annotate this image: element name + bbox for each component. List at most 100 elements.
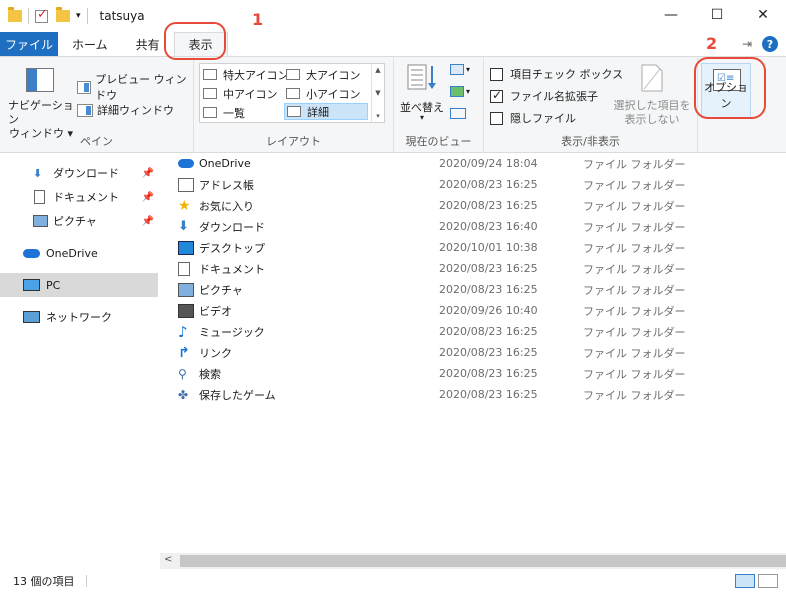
view-switcher xyxy=(735,574,778,588)
close-button[interactable]: ✕ xyxy=(740,0,786,30)
list-item[interactable]: ↱ リンク 2020/08/23 16:25 ファイル フォルダー xyxy=(170,342,786,363)
cloud-icon xyxy=(178,159,194,168)
file-name-extensions-toggle[interactable]: ファイル名拡張子 xyxy=(490,88,598,104)
hidden-items-checkbox[interactable] xyxy=(490,111,503,125)
new-folder-icon[interactable] xyxy=(56,7,70,22)
nav-pane-label: ナビゲーション xyxy=(8,99,74,126)
layout-extra-large-icons[interactable]: 特大アイコン xyxy=(203,66,288,83)
size-columns-icon xyxy=(450,108,466,119)
pin-icon: 📌 xyxy=(141,215,154,227)
list-item[interactable]: ビデオ 2020/09/26 10:40 ファイル フォルダー xyxy=(170,300,786,321)
list-item[interactable]: ♪ ミュージック 2020/08/23 16:25 ファイル フォルダー xyxy=(170,321,786,342)
nav-item-network[interactable]: ネットワーク xyxy=(0,305,158,329)
list-item[interactable]: ピクチャ 2020/08/23 16:25 ファイル フォルダー xyxy=(170,279,786,300)
hide-selected-icon xyxy=(640,63,664,93)
file-list: OneDrive 2020/09/24 18:04 ファイル フォルダー アドレス… xyxy=(170,153,786,553)
list-item[interactable]: ✤ 保存したゲーム 2020/08/23 16:25 ファイル フォルダー xyxy=(170,384,786,405)
download-arrow-icon: ⬇ xyxy=(33,166,43,180)
group-label-layout: レイアウト xyxy=(266,135,321,148)
list-item[interactable]: アドレス帳 2020/08/23 16:25 ファイル フォルダー xyxy=(170,174,786,195)
pictures-icon xyxy=(178,282,194,297)
details-icon xyxy=(287,106,301,117)
tab-file[interactable]: ファイル xyxy=(0,32,58,56)
properties-check-icon[interactable] xyxy=(35,7,48,23)
minimize-button[interactable]: — xyxy=(648,0,694,30)
nav-item-documents[interactable]: ドキュメント 📌 xyxy=(0,185,158,209)
scroll-down-icon[interactable]: ▼ xyxy=(375,89,380,97)
list-item[interactable]: ⚲ 検索 2020/08/23 16:25 ファイル フォルダー xyxy=(170,363,786,384)
navigation-pane-icon[interactable] xyxy=(26,68,54,92)
pin-icon: 📌 xyxy=(141,167,154,179)
title-bar: ▾ tatsuya — ☐ ✕ xyxy=(0,0,786,32)
hide-selected-items-button[interactable]: 選択した項目を 表示しない xyxy=(608,99,696,127)
contacts-icon xyxy=(178,177,194,192)
music-icon: ♪ xyxy=(178,322,188,341)
layout-details[interactable]: 詳細 xyxy=(284,103,368,120)
maximize-button[interactable]: ☐ xyxy=(694,0,740,30)
layout-list[interactable]: 一覧 xyxy=(203,104,245,121)
list-item[interactable]: ドキュメント 2020/08/23 16:25 ファイル フォルダー xyxy=(170,258,786,279)
horizontal-scrollbar[interactable]: < xyxy=(160,553,786,569)
add-columns-button[interactable]: ▾ xyxy=(450,86,470,97)
pictures-icon xyxy=(33,215,48,227)
layout-large-icons[interactable]: 大アイコン xyxy=(286,66,360,83)
tab-home[interactable]: ホーム xyxy=(58,32,122,56)
star-icon: ★ xyxy=(178,197,191,214)
show-hide-group: 項目チェック ボックス ファイル名拡張子 隠しファイル 選択した項目を 表示しな… xyxy=(484,57,698,153)
details-pane-label: 詳細ウィンドウ xyxy=(97,104,174,117)
desktop-icon xyxy=(178,240,194,255)
document-icon xyxy=(178,261,190,276)
list-icon xyxy=(203,107,217,118)
options-button[interactable]: オプション xyxy=(701,63,751,118)
medium-icons-icon xyxy=(203,88,217,99)
large-icons-view-button[interactable] xyxy=(758,574,778,588)
item-checkboxes-checkbox[interactable] xyxy=(490,67,503,81)
list-item[interactable]: ★ お気に入り 2020/08/23 16:25 ファイル フォルダー xyxy=(170,195,786,216)
divider xyxy=(86,575,87,587)
list-item[interactable]: ⬇ ダウンロード 2020/08/23 16:40 ファイル フォルダー xyxy=(170,216,786,237)
help-icon[interactable]: ? xyxy=(762,36,778,52)
nav-item-pc[interactable]: PC xyxy=(0,273,158,297)
details-pane-icon xyxy=(77,103,93,117)
navigation-pane: ⬇ ダウンロード 📌 ドキュメント 📌 ピクチャ 📌 OneDrive PC ネ… xyxy=(0,153,158,569)
pin-icon: 📌 xyxy=(141,191,154,203)
layout-small-icons[interactable]: 小アイコン xyxy=(286,85,360,102)
document-icon xyxy=(34,190,45,204)
download-arrow-icon: ⬇ xyxy=(178,218,189,234)
details-pane-button[interactable]: 詳細ウィンドウ xyxy=(77,102,174,118)
customize-toolbar-dropdown-icon[interactable]: ▾ xyxy=(76,11,81,21)
nav-item-onedrive[interactable]: OneDrive xyxy=(0,241,158,265)
file-explorer-window: ▾ tatsuya — ☐ ✕ ファイル ホーム 共有 表示 ⇥ ? ナビゲーシ… xyxy=(0,0,786,593)
preview-pane-button[interactable]: プレビュー ウィンドウ xyxy=(77,71,193,103)
window-title: tatsuya xyxy=(99,9,145,23)
large-icons-icon xyxy=(286,69,300,80)
hidden-items-toggle[interactable]: 隠しファイル xyxy=(490,110,576,126)
list-item[interactable]: OneDrive 2020/09/24 18:04 ファイル フォルダー xyxy=(170,153,786,174)
list-item[interactable]: デスクトップ 2020/10/01 10:38 ファイル フォルダー xyxy=(170,237,786,258)
scrollbar-thumb[interactable] xyxy=(180,555,786,567)
tab-share[interactable]: 共有 xyxy=(122,32,174,56)
scroll-left-icon[interactable]: < xyxy=(164,554,172,565)
details-view-button[interactable] xyxy=(735,574,755,588)
sort-by-icon xyxy=(406,63,440,91)
pc-icon xyxy=(23,279,40,291)
pin-ribbon-icon[interactable]: ⇥ xyxy=(742,37,752,51)
video-icon xyxy=(178,303,194,318)
link-icon: ↱ xyxy=(178,344,190,361)
layout-gallery-scroll[interactable]: ▲ ▼ ▾ xyxy=(371,64,384,122)
layout-medium-icons[interactable]: 中アイコン xyxy=(203,85,277,102)
file-name-extensions-checkbox[interactable] xyxy=(490,88,503,103)
extra-large-icons-icon xyxy=(203,69,217,80)
preview-pane-label: プレビュー ウィンドウ xyxy=(95,73,187,102)
group-by-icon xyxy=(450,64,464,75)
tab-view[interactable]: 表示 xyxy=(173,32,228,56)
nav-item-pictures[interactable]: ピクチャ 📌 xyxy=(0,209,158,233)
preview-pane-icon xyxy=(77,80,92,94)
sort-by-dropdown-icon: ▾ xyxy=(420,113,425,122)
group-by-button[interactable]: ▾ xyxy=(450,64,470,75)
nav-item-downloads[interactable]: ⬇ ダウンロード 📌 xyxy=(0,161,158,185)
gallery-more-icon[interactable]: ▾ xyxy=(376,112,380,120)
size-columns-button[interactable] xyxy=(450,108,466,119)
item-checkboxes-toggle[interactable]: 項目チェック ボックス xyxy=(490,66,623,82)
scroll-up-icon[interactable]: ▲ xyxy=(375,66,380,74)
